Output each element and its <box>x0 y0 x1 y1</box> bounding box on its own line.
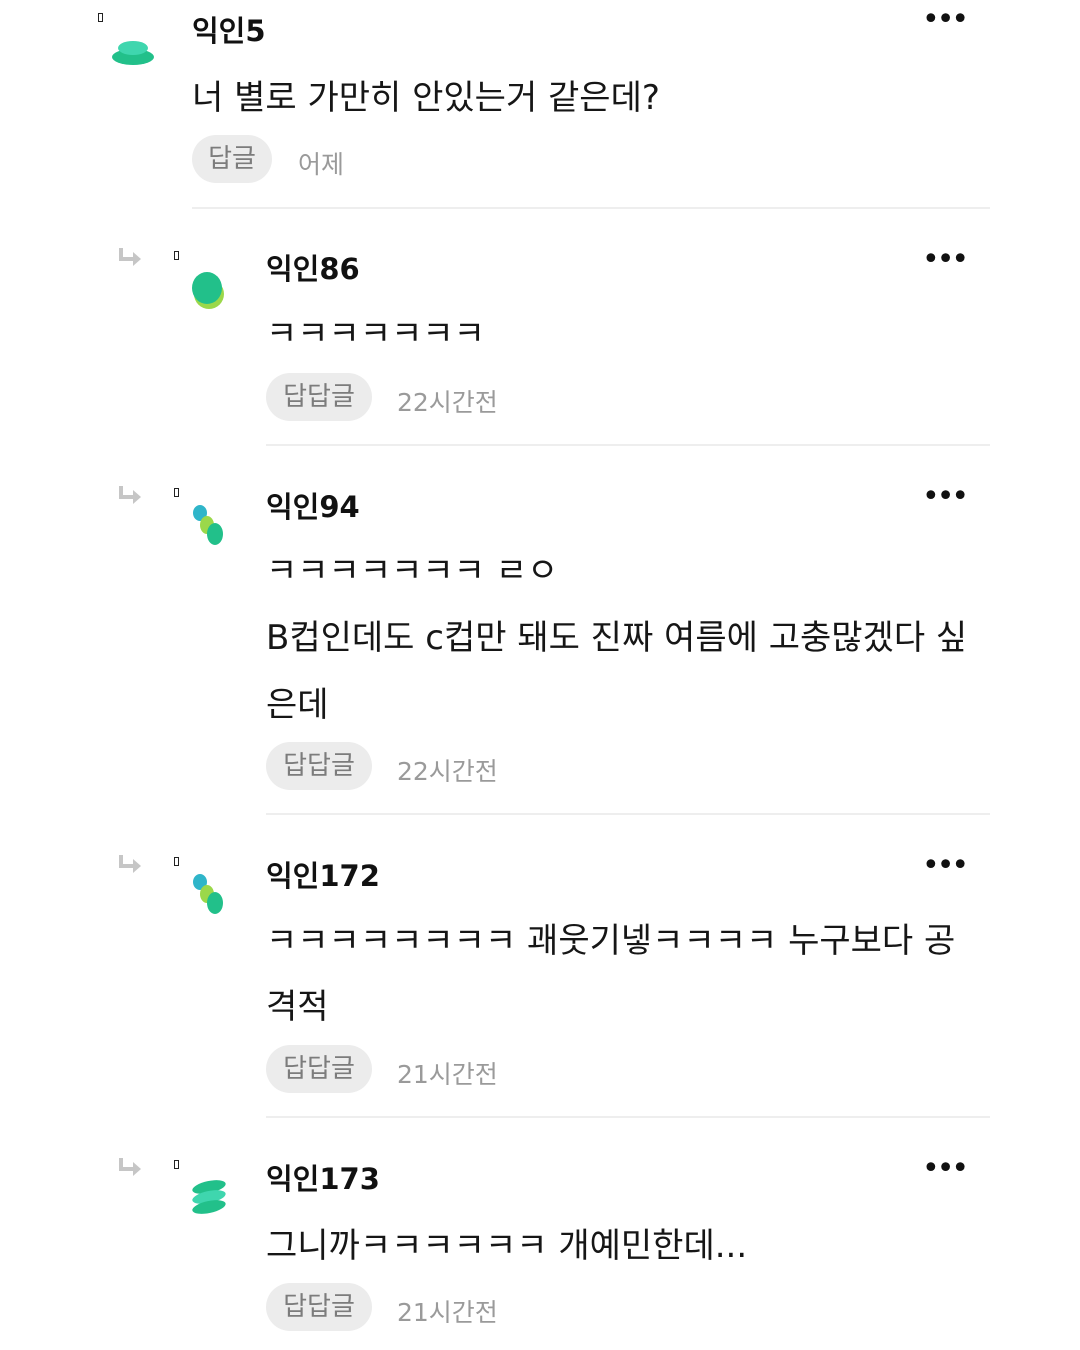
comment-time: 어제 <box>298 150 345 179</box>
badge-icon <box>174 857 179 866</box>
divider <box>266 813 990 815</box>
comment-text: ㅋㅋㅋㅋㅋㅋㅋ <box>266 314 485 354</box>
more-dots-icon[interactable]: ••• <box>922 5 969 35</box>
comment-text-line: ㅋㅋㅋㅋㅋㅋㅋㅋ 괘웃기넿ㅋㅋㅋㅋ 누구보다 공 <box>266 921 956 961</box>
comment-text: 그니까ㅋㅋㅋㅋㅋㅋ 개예민한데... <box>266 1226 748 1266</box>
more-dots-icon[interactable]: ••• <box>922 1154 969 1184</box>
badge-icon <box>174 488 179 497</box>
divider <box>192 207 990 209</box>
divider <box>266 1116 990 1118</box>
comment-time: 22시간전 <box>397 388 498 417</box>
divider <box>266 444 990 446</box>
more-dots-icon[interactable]: ••• <box>922 245 969 275</box>
reply-button[interactable]: 답답글 <box>266 1045 372 1093</box>
reply-button[interactable]: 답답글 <box>266 373 372 421</box>
more-dots-icon[interactable]: ••• <box>922 851 969 881</box>
more-dots-icon[interactable]: ••• <box>922 482 969 512</box>
avatar <box>192 1180 226 1214</box>
badge-icon <box>174 1160 179 1169</box>
reply-arrow-icon <box>119 855 141 873</box>
comment-time: 21시간전 <box>397 1060 498 1089</box>
reply-button[interactable]: 답답글 <box>266 1283 372 1331</box>
comment-time: 22시간전 <box>397 757 498 786</box>
reply-arrow-icon <box>119 486 141 504</box>
avatar <box>193 505 223 545</box>
comment-text-line: 격적 <box>266 987 329 1027</box>
comment-time: 21시간전 <box>397 1298 498 1327</box>
reply-arrow-icon <box>119 248 141 266</box>
reply-button[interactable]: 답답글 <box>266 742 372 790</box>
badge-icon <box>174 251 179 260</box>
comment-author: 익인173 <box>266 1162 380 1196</box>
badge-icon <box>98 13 103 22</box>
reply-arrow-icon <box>119 1158 141 1176</box>
reply-button[interactable]: 답글 <box>192 135 272 183</box>
comment-author: 익인94 <box>266 490 360 524</box>
comment-text-line: ㅋㅋㅋㅋㅋㅋㅋ ㄹㅇ <box>266 551 559 591</box>
comment-author: 익인172 <box>266 859 380 893</box>
avatar <box>192 272 224 309</box>
comment-text: 너 별로 가만히 안있는거 같은데? <box>192 78 660 118</box>
avatar <box>112 41 154 65</box>
comment-author: 익인5 <box>192 14 266 48</box>
comment-text-line: 은데 <box>266 685 329 725</box>
avatar <box>193 874 223 914</box>
comment-author: 익인86 <box>266 252 360 286</box>
comment-text-line: B컵인데도 c컵만 돼도 진짜 여름에 고충많겠다 싶 <box>266 618 968 658</box>
